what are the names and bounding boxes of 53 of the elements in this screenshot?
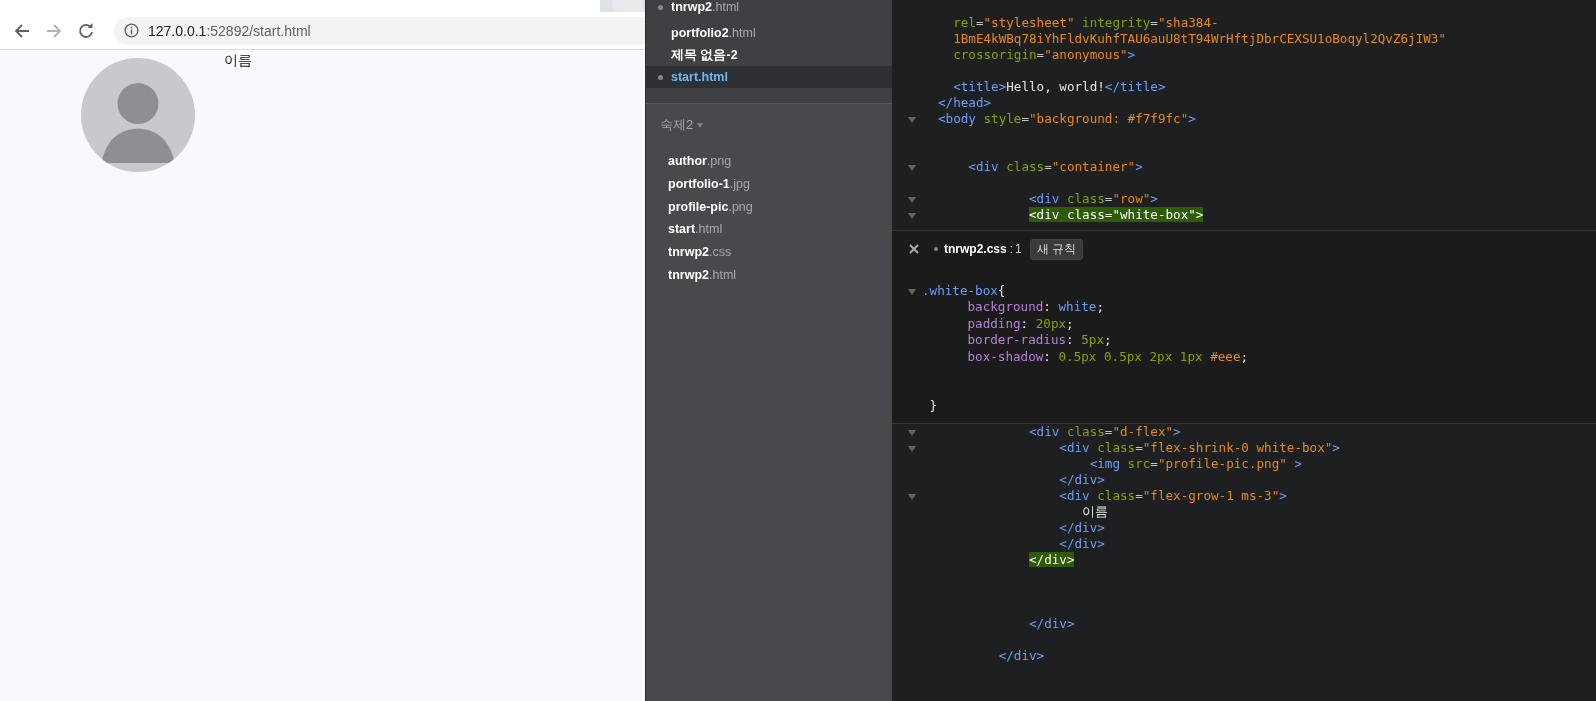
file-item[interactable]: portfolio-1.jpg [668,172,892,196]
caret-icon[interactable] [697,122,704,128]
file-item[interactable]: profile-pic.png [668,195,892,219]
code-line: </div> [1059,472,1105,487]
code-line: <div class="row"> [1029,191,1158,206]
code-line: background: white; [967,299,1104,315]
file-item[interactable]: author.png [668,150,892,173]
file-name: tnrwp2.css :1 [944,242,1024,256]
code-line: rel="stylesheet" integrity="sha384- [953,15,1219,30]
working-file-item[interactable]: 제목 없음-2 [646,44,892,66]
code-line: </head> [938,95,992,110]
close-icon[interactable] [909,244,919,254]
code-line: 이름 [1082,504,1109,519]
code-line: crossorigin="anonymous"> [953,47,1136,62]
name-text: 이름 [224,52,252,70]
new-rule-button[interactable]: 새 규칙 [1029,238,1083,260]
url-text: 127.0.0.1:52892/start.html [148,22,311,39]
code-line: .white-box{ [922,283,1006,298]
code-line: padding: 20px; [967,315,1074,331]
code-line: <div class="d-flex"> [1029,424,1181,439]
code-line: <body style="background: #f7f9fc"> [938,111,1196,126]
code-line: 1BmE4kWBq78iYhFldvKuhfTAU6auU8tT94WrHftjDbrCEXSU1oBoqyl2QvZ6jIW3" [953,31,1446,46]
code-line: border-radius: 5px; [967,332,1112,348]
code-line: <div class="flex-grow-1 ms-3"> [1059,488,1287,503]
fold-arrow-icon[interactable] [908,445,916,453]
address-field[interactable]: 127.0.0.1:52892/start.html [114,16,645,45]
back-arrow-icon[interactable] [14,22,30,39]
fold-arrow-icon[interactable] [908,196,916,204]
code-line: </div> [998,648,1045,663]
fold-arrow-icon[interactable] [908,164,916,172]
reload-icon[interactable] [78,22,94,39]
code-line: box-shadow: 0.5px 0.5px 2px 1px #eee; [967,348,1249,364]
code-line: <title>Hello, world!</title> [953,79,1166,94]
working-file-item[interactable]: tnrwp2.html [646,0,892,18]
fold-arrow-icon[interactable] [908,429,916,437]
code-line: </div> [1059,536,1105,551]
file-item[interactable]: tnrwp2.html [668,263,892,287]
code-line: </div> [1059,520,1105,535]
fold-arrow-icon[interactable] [908,493,916,501]
project-title[interactable]: 숙제2 [660,116,694,134]
code-line: <div class="flex-shrink-0 white-box"> [1059,440,1340,455]
code-line: } [929,397,938,413]
fold-arrow-icon[interactable] [908,116,916,124]
file-item[interactable]: tnrwp2.css [668,240,892,264]
fold-arrow-icon[interactable] [908,212,916,220]
code-line: </div> [1029,616,1075,631]
working-file-item[interactable]: portfolio2.html [646,22,892,44]
fold-arrow-icon[interactable] [908,288,916,296]
code-line: <div class="container"> [968,159,1143,174]
working-file-item[interactable]: start.html [646,66,892,88]
info-icon[interactable] [124,23,139,38]
file-item[interactable]: start.html [668,218,892,241]
code-line: <img src="profile-pic.png" > [1089,456,1302,471]
